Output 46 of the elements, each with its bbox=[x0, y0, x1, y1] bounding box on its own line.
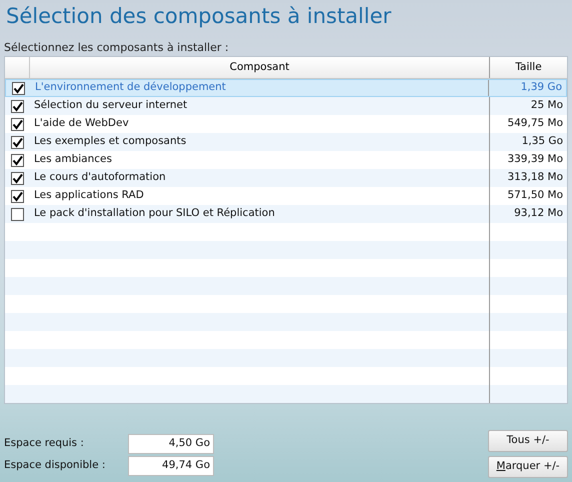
value-field: 4,50 Go bbox=[128, 434, 214, 454]
field-label: Espace requis : bbox=[4, 436, 85, 452]
component-size: 25 Mo bbox=[530, 98, 563, 114]
checkbox[interactable] bbox=[11, 100, 24, 112]
checkbox[interactable] bbox=[11, 154, 24, 166]
component-name: Les exemples et composants bbox=[34, 134, 186, 150]
action-button[interactable]: Tous +/- bbox=[488, 430, 568, 452]
table-row[interactable]: Les exemples et composants 1,35 Go bbox=[5, 133, 567, 151]
table-row[interactable]: Sélection du serveur internet 25 Mo bbox=[5, 97, 567, 115]
checkbox[interactable] bbox=[11, 118, 24, 130]
component-size: 1,35 Go bbox=[522, 134, 563, 150]
action-button[interactable]: Marquer +/- bbox=[488, 456, 568, 478]
check-icon bbox=[12, 100, 23, 112]
component-name: Sélection du serveur internet bbox=[34, 98, 188, 114]
table-row[interactable]: L'environnement de développement 1,39 Go bbox=[5, 79, 567, 97]
component-size: 313,18 Mo bbox=[507, 170, 563, 186]
component-size: 571,50 Mo bbox=[507, 188, 563, 204]
checkbox[interactable] bbox=[11, 136, 24, 148]
check-icon bbox=[12, 136, 23, 148]
component-size: 93,12 Mo bbox=[514, 206, 563, 222]
component-name: L'aide de WebDev bbox=[34, 116, 129, 132]
component-name: Les applications RAD bbox=[34, 188, 144, 204]
component-size: 339,39 Mo bbox=[507, 152, 563, 168]
section-label: Sélectionnez les composants à installer : bbox=[3, 41, 230, 55]
component-size: 549,75 Mo bbox=[507, 116, 563, 132]
table-row[interactable]: Le pack d'installation pour SILO et Réplication 93,12 Mo bbox=[5, 205, 567, 223]
checkbox[interactable] bbox=[12, 82, 25, 94]
check-icon bbox=[12, 154, 23, 166]
check-icon bbox=[13, 82, 24, 94]
column-header[interactable]: Taille bbox=[490, 57, 567, 78]
component-name: L'environnement de développement bbox=[35, 80, 226, 96]
component-name: Le cours d'autoformation bbox=[34, 170, 166, 186]
field-label: Espace disponible : bbox=[4, 458, 106, 474]
checkbox[interactable] bbox=[11, 190, 24, 202]
table-row[interactable]: Le cours d'autoformation 313,18 Mo bbox=[5, 169, 567, 187]
page-title: Sélection des composants à installer bbox=[5, 3, 392, 30]
check-icon bbox=[12, 190, 23, 202]
component-size: 1,39 Go bbox=[520, 80, 562, 96]
check-icon bbox=[12, 172, 23, 184]
column-header[interactable]: Composant bbox=[30, 57, 490, 78]
component-name: Le pack d'installation pour SILO et Réplication bbox=[34, 206, 275, 222]
component-name: Les ambiances bbox=[34, 152, 112, 168]
value-field: 49,74 Go bbox=[128, 456, 214, 476]
checkbox[interactable] bbox=[11, 208, 24, 220]
check-icon bbox=[12, 118, 23, 130]
checkbox[interactable] bbox=[11, 172, 24, 184]
